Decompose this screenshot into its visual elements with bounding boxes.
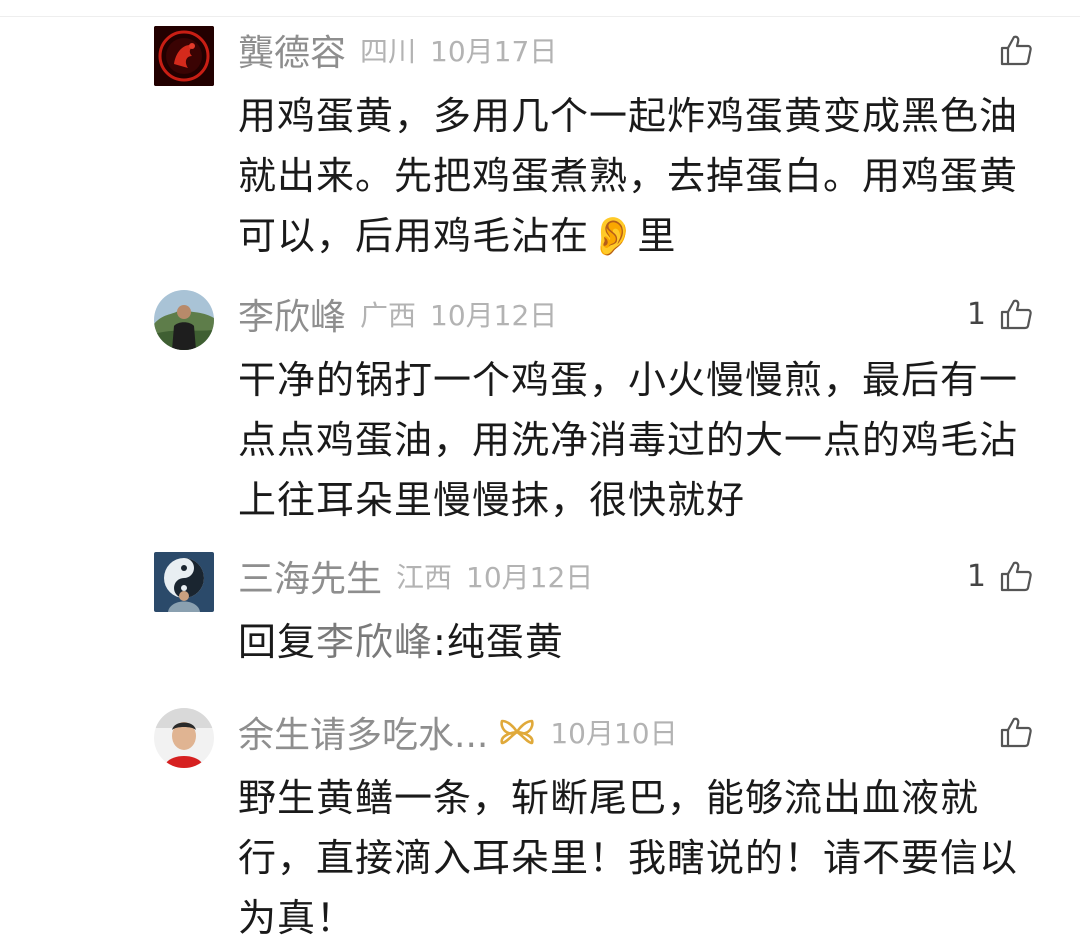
like-button[interactable] (986, 704, 1034, 760)
like-count: 1 (966, 296, 986, 332)
avatar[interactable] (154, 552, 214, 612)
reply-text: :纯蛋黄 (433, 620, 564, 664)
like-count: 1 (966, 558, 986, 594)
avatar[interactable] (154, 26, 214, 86)
reply-target-link[interactable]: 李欣峰 (316, 620, 433, 664)
like-button[interactable] (986, 22, 1034, 78)
location: 四川 (360, 35, 417, 68)
comment-date: 10月12日 (466, 561, 594, 594)
comment-meta: 李欣峰 广西 10月12日 (238, 286, 557, 342)
gold-ribbon-badge-icon (498, 717, 536, 747)
comment-date: 10月12日 (430, 299, 558, 332)
comment-date: 10月17日 (430, 35, 558, 68)
username[interactable]: 龔德容 (238, 24, 346, 76)
thumbs-up-icon[interactable] (998, 714, 1034, 750)
comment-meta: 三海先生 江西 10月12日 (238, 548, 593, 604)
username[interactable]: 余生请多吃水... (238, 706, 488, 758)
thumbs-up-icon[interactable] (998, 558, 1034, 594)
avatar[interactable] (154, 708, 214, 768)
comment-text: 干净的锅打一个鸡蛋，小火慢慢煎，最后有一点点鸡蛋油，用洗净消毒过的大一点的鸡毛沾… (238, 358, 1019, 522)
top-divider (0, 16, 1080, 17)
comment-text: 回复李欣峰:纯蛋黄 (238, 612, 1048, 672)
thumbs-up-icon[interactable] (998, 32, 1034, 68)
comment-date: 10月10日 (550, 717, 678, 750)
username[interactable]: 李欣峰 (238, 288, 346, 340)
ear-emoji-icon: 👂 (589, 214, 638, 258)
comment-text: 用鸡蛋黄，多用几个一起炸鸡蛋黄变成黑色油就出来。先把鸡蛋煮熟，去掉蛋白。用鸡蛋黄… (238, 86, 1048, 266)
comment-text: 野生黄鳝一条，斩断尾巴，能够流出血液就行，直接滴入耳朵里！我瞎说的！请不要信以为… (238, 776, 1019, 940)
comment-text-part: 里 (637, 214, 677, 258)
comment-meta: 余生请多吃水... 10月10日 (238, 704, 678, 760)
like-button[interactable]: 1 (967, 286, 1034, 342)
comment-meta: 龔德容 四川 10月17日 (238, 22, 557, 78)
reply-prefix: 回复 (238, 620, 317, 664)
like-button[interactable]: 1 (967, 548, 1034, 604)
thumbs-up-icon[interactable] (998, 296, 1034, 332)
avatar[interactable] (154, 290, 214, 350)
location: 江西 (396, 561, 453, 594)
username[interactable]: 三海先生 (238, 550, 382, 602)
location: 广西 (360, 299, 417, 332)
